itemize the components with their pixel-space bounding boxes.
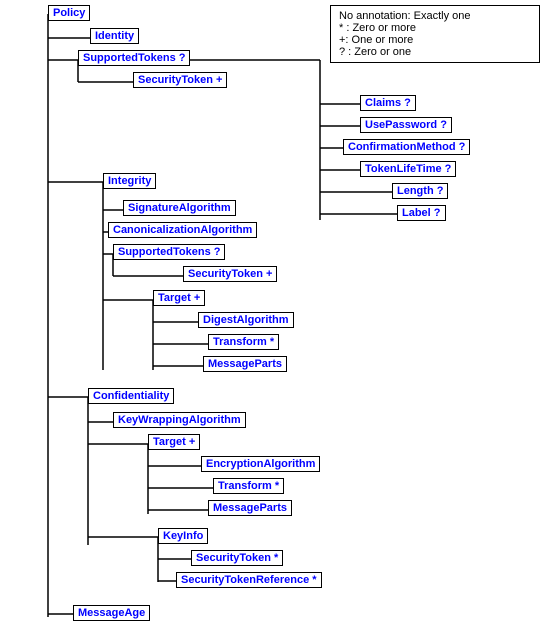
transform-1-node: Transform * (208, 334, 279, 350)
security-token-2-node: SecurityToken + (183, 266, 277, 282)
legend: No annotation: Exactly one * : Zero or m… (330, 5, 540, 63)
length-node: Length ? (392, 183, 448, 199)
label-node: Label ? (397, 205, 446, 221)
integrity-node: Integrity (103, 173, 156, 189)
supported-tokens-1-node: SupportedTokens ? (78, 50, 190, 66)
token-lifetime-node: TokenLifeTime ? (360, 161, 456, 177)
security-token-1-node: SecurityToken + (133, 72, 227, 88)
canonicalization-algorithm-node: CanonicalizationAlgorithm (108, 222, 257, 238)
legend-star: * : Zero or more (339, 22, 416, 34)
confidentiality-node: Confidentiality (88, 388, 174, 404)
digest-algorithm-node: DigestAlgorithm (198, 312, 294, 328)
confirmation-method-node: ConfirmationMethod ? (343, 139, 470, 155)
security-token-reference-node: SecurityTokenReference * (176, 572, 322, 588)
policy-node: Policy (48, 5, 90, 21)
target-2-node: Target + (148, 434, 200, 450)
message-parts-2-node: MessageParts (208, 500, 292, 516)
target-1-node: Target + (153, 290, 205, 306)
claims-node: Claims ? (360, 95, 416, 111)
identity-node: Identity (90, 28, 139, 44)
supported-tokens-2-node: SupportedTokens ? (113, 244, 225, 260)
signature-algorithm-node: SignatureAlgorithm (123, 200, 236, 216)
message-parts-1-node: MessageParts (203, 356, 287, 372)
encryption-algorithm-node: EncryptionAlgorithm (201, 456, 320, 472)
security-token-3-node: SecurityToken * (191, 550, 283, 566)
diagram: No annotation: Exactly one * : Zero or m… (0, 0, 546, 635)
message-age-node: MessageAge (73, 605, 150, 621)
legend-plus: +: One or more (339, 34, 413, 46)
use-password-node: UsePassword ? (360, 117, 452, 133)
key-wrapping-algorithm-node: KeyWrappingAlgorithm (113, 412, 246, 428)
transform-2-node: Transform * (213, 478, 284, 494)
legend-question: ? : Zero or one (339, 46, 411, 58)
key-info-node: KeyInfo (158, 528, 208, 544)
legend-title: No annotation: Exactly one (339, 10, 470, 22)
